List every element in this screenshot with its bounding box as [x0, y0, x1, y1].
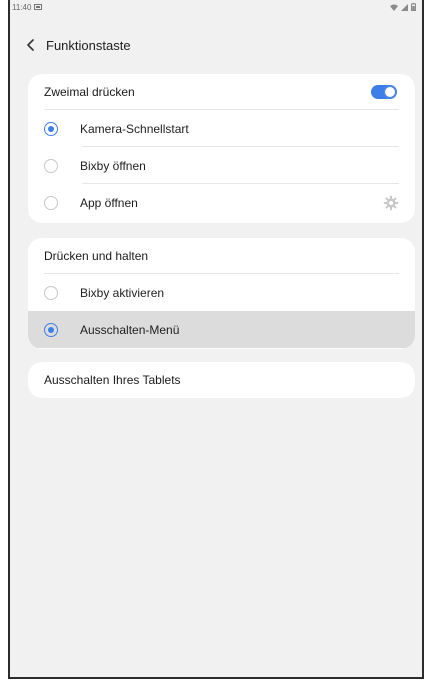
- gear-icon[interactable]: [383, 195, 399, 211]
- page-title: Funktionstaste: [46, 37, 131, 53]
- radio-unselected[interactable]: [44, 195, 58, 210]
- double-press-switch[interactable]: [371, 85, 397, 99]
- radio-selected[interactable]: [44, 322, 58, 337]
- image-icon: [34, 4, 43, 10]
- photo-border-bottom: [0, 679, 430, 689]
- photo-border-right: [424, 0, 430, 689]
- option-open-app[interactable]: App öffnen: [28, 184, 415, 221]
- photo-border-left: [0, 0, 8, 689]
- double-press-toggle-row[interactable]: Zweimal drücken: [28, 74, 415, 110]
- app-bar: Funktionstaste: [10, 30, 422, 60]
- option-label: Bixby öffnen: [80, 158, 146, 173]
- status-left: 11:40: [12, 2, 43, 12]
- option-activate-bixby[interactable]: Bixby aktivieren: [28, 274, 415, 311]
- option-camera-quick-launch[interactable]: Kamera-Schnellstart: [28, 110, 415, 147]
- option-label: App öffnen: [80, 195, 138, 210]
- option-label: Kamera-Schnellstart: [80, 121, 189, 136]
- option-power-off-menu[interactable]: Ausschalten-Menü: [28, 311, 415, 348]
- double-press-title: Zweimal drücken: [44, 85, 135, 99]
- device-frame-right: [422, 0, 424, 679]
- settings-screen: 11:40 Funktionstaste Zweimal drücken Kam…: [10, 0, 422, 677]
- chevron-left-icon: [27, 39, 34, 51]
- status-time: 11:40: [12, 2, 32, 12]
- battery-icon: [411, 3, 416, 11]
- radio-unselected[interactable]: [44, 158, 58, 173]
- radio-selected[interactable]: [44, 121, 58, 136]
- press-hold-title: Drücken und halten: [44, 249, 149, 263]
- press-hold-header: Drücken und halten: [28, 238, 415, 274]
- power-off-card[interactable]: Ausschalten Ihres Tablets: [28, 362, 415, 398]
- option-label: Bixby aktivieren: [80, 285, 165, 300]
- signal-icon: [401, 3, 408, 11]
- back-button[interactable]: [18, 30, 44, 60]
- option-label: Ausschalten-Menü: [80, 322, 180, 337]
- power-off-row[interactable]: Ausschalten Ihres Tablets: [28, 362, 415, 398]
- radio-unselected[interactable]: [44, 285, 58, 300]
- press-hold-card: Drücken und halten Bixby aktivieren Auss…: [28, 238, 415, 349]
- double-press-card: Zweimal drücken Kamera-Schnellstart Bixb…: [28, 74, 415, 223]
- device-frame-bottom: [8, 677, 424, 679]
- option-open-bixby[interactable]: Bixby öffnen: [28, 147, 415, 184]
- status-bar: 11:40: [10, 0, 422, 14]
- status-right: [390, 3, 416, 11]
- power-off-label: Ausschalten Ihres Tablets: [44, 373, 181, 387]
- wifi-icon: [390, 4, 398, 11]
